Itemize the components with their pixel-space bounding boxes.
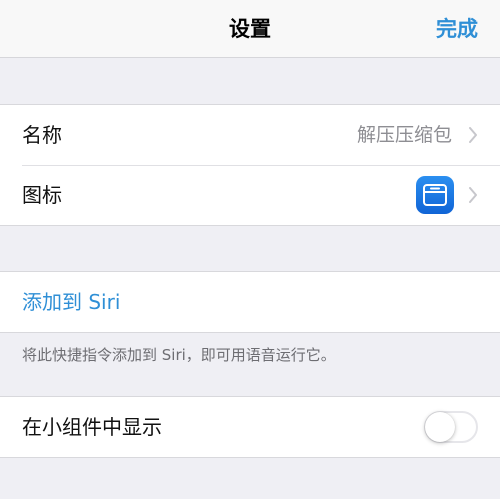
widget-toggle[interactable]: [424, 411, 478, 443]
widget-label: 在小组件中显示: [22, 415, 162, 439]
toggle-knob[interactable]: [425, 412, 455, 442]
name-label: 名称: [22, 123, 62, 147]
navigation-bar: 设置 完成: [0, 0, 500, 58]
icon-row[interactable]: 图标: [0, 165, 500, 225]
name-value: 解压压缩包: [356, 124, 452, 146]
page-title: 设置: [229, 17, 271, 41]
chevron-right-icon: [469, 127, 477, 143]
widget-row: 在小组件中显示: [0, 397, 500, 457]
add-to-siri-row[interactable]: 添加到 Siri: [0, 272, 500, 332]
done-button[interactable]: 完成: [436, 0, 478, 58]
icon-label: 图标: [22, 183, 62, 207]
add-to-siri-button[interactable]: 添加到 Siri: [22, 272, 120, 332]
siri-group: 添加到 Siri: [0, 271, 500, 333]
widget-group: 在小组件中显示: [0, 396, 500, 458]
name-row[interactable]: 名称 解压压缩包: [0, 105, 500, 165]
chevron-right-icon: [469, 187, 477, 203]
archive-box-icon: [416, 176, 454, 214]
siri-footnote: 将此快捷指令添加到 Siri，即可用语音运行它。: [22, 346, 336, 364]
details-group: 名称 解压压缩包 图标: [0, 104, 500, 226]
